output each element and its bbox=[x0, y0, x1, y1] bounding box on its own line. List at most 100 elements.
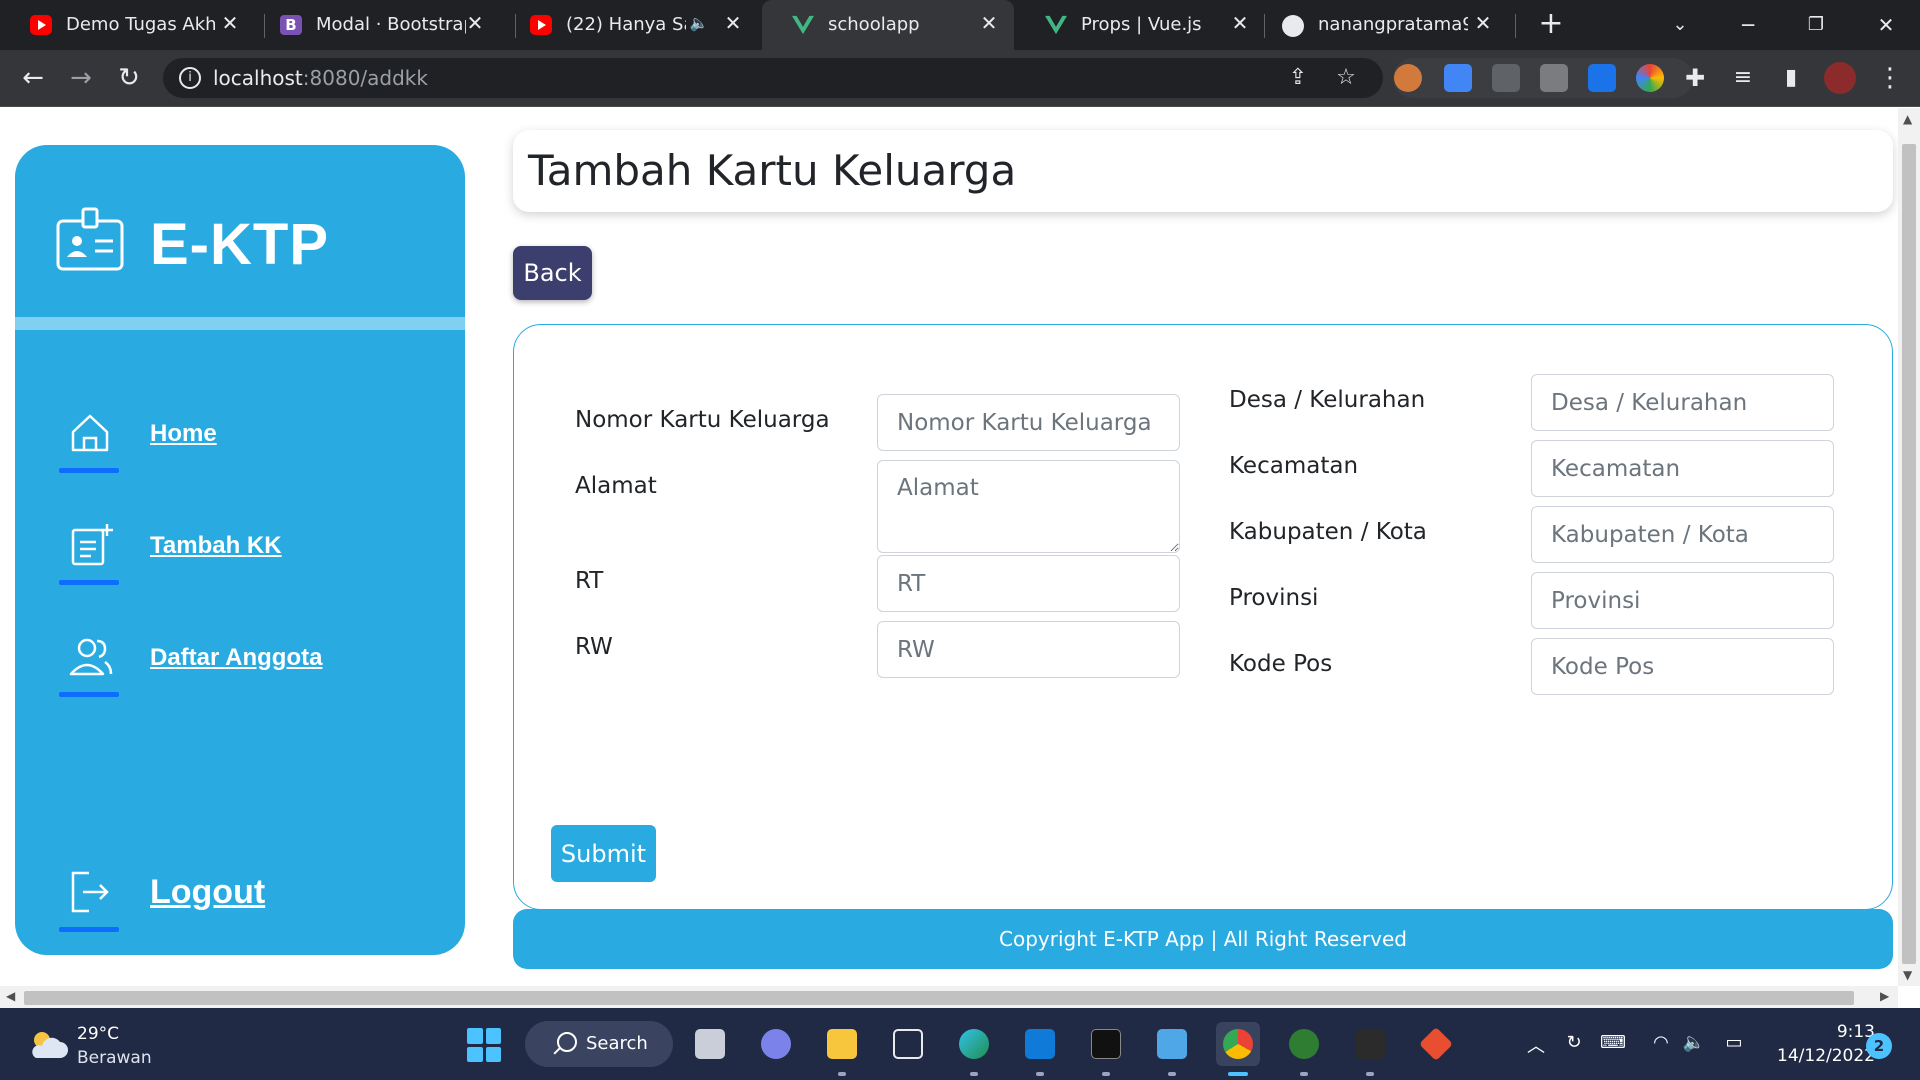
close-icon[interactable]: ✕ bbox=[722, 12, 744, 34]
close-icon[interactable]: ✕ bbox=[1229, 12, 1251, 34]
tab-search-icon[interactable]: ⌄ bbox=[1660, 8, 1700, 42]
terminal-icon[interactable] bbox=[1084, 1022, 1128, 1076]
bookmark-star-icon[interactable]: ☆ bbox=[1333, 65, 1359, 91]
forward-arrow-icon[interactable]: → bbox=[64, 62, 98, 96]
running-indicator bbox=[1228, 1072, 1248, 1076]
vscode-icon[interactable] bbox=[1018, 1022, 1062, 1076]
taskbar-search[interactable]: Search bbox=[525, 1021, 673, 1067]
alamat-textarea[interactable] bbox=[877, 460, 1180, 553]
side-panel-icon[interactable]: ▮ bbox=[1774, 62, 1808, 96]
share-icon[interactable]: ⇪ bbox=[1285, 65, 1311, 91]
powershell-icon[interactable] bbox=[1348, 1022, 1392, 1076]
nav-indicator bbox=[59, 927, 119, 932]
windows-start-icon[interactable] bbox=[467, 1028, 501, 1062]
scrollbar-thumb[interactable] bbox=[24, 991, 1854, 1005]
scroll-down-icon[interactable]: ▼ bbox=[1903, 968, 1912, 982]
desa-input[interactable] bbox=[1531, 374, 1834, 431]
browser-tab-active[interactable]: schoolapp ✕ bbox=[762, 0, 1014, 50]
label-kode-pos: Kode Pos bbox=[1229, 651, 1333, 677]
edge-browser-icon[interactable] bbox=[952, 1022, 996, 1076]
page-footer: Copyright E-KTP App | All Right Reserved bbox=[513, 909, 1893, 969]
horizontal-scrollbar[interactable]: ◀ ▶ bbox=[0, 986, 1898, 1008]
menu-kebab-icon[interactable]: ⋮ bbox=[1873, 62, 1907, 96]
browser-tab[interactable]: Demo Tugas Akhir ✕ bbox=[0, 0, 255, 50]
browser-toolbar: ← → ↻ i localhost:8080/addkk ⇪ ☆ ✚ ≡ ▮ ⋮ bbox=[0, 50, 1920, 107]
reader-extension-icon[interactable] bbox=[1492, 64, 1520, 92]
address-bar[interactable]: i localhost:8080/addkk ⇪ ☆ bbox=[163, 58, 1383, 98]
translate-extension-icon[interactable] bbox=[1444, 64, 1472, 92]
battery-icon[interactable]: ▭ bbox=[1721, 1032, 1747, 1056]
sidebar-item-daftar-anggota[interactable]: Daftar Anggota bbox=[45, 624, 425, 697]
nomor-kk-input[interactable] bbox=[877, 394, 1180, 451]
restore-icon[interactable]: ❐ bbox=[1796, 8, 1836, 42]
chrome-icon[interactable] bbox=[1216, 1022, 1260, 1076]
running-indicator bbox=[838, 1072, 846, 1076]
scrollbar-thumb[interactable] bbox=[1902, 144, 1916, 964]
cookie-extension-icon[interactable] bbox=[1394, 64, 1422, 92]
close-icon[interactable]: ✕ bbox=[219, 12, 241, 34]
task-view-icon[interactable] bbox=[688, 1022, 732, 1066]
vertical-scrollbar[interactable]: ▲ ▼ bbox=[1898, 108, 1920, 986]
nav-indicator bbox=[59, 468, 119, 473]
minimize-icon[interactable]: ─ bbox=[1728, 8, 1768, 42]
reload-icon[interactable]: ↻ bbox=[112, 62, 146, 96]
sidebar-item-label[interactable]: Daftar Anggota bbox=[150, 644, 322, 672]
browser-tab[interactable]: Props | Vue.js ✕ bbox=[1015, 0, 1265, 50]
profile-avatar[interactable] bbox=[1824, 62, 1856, 94]
keyboard-icon[interactable]: ⌨ bbox=[1600, 1032, 1626, 1056]
puzzle-extensions-icon[interactable]: ✚ bbox=[1678, 62, 1712, 96]
rw-input[interactable] bbox=[877, 621, 1180, 678]
clock-date[interactable]: 14/12/2022 bbox=[1765, 1046, 1875, 1066]
file-explorer-icon[interactable] bbox=[820, 1022, 864, 1076]
provinsi-input[interactable] bbox=[1531, 572, 1834, 629]
notepad-icon[interactable] bbox=[1150, 1022, 1194, 1076]
color-picker-extension-icon[interactable] bbox=[1636, 64, 1664, 92]
volume-icon[interactable]: 🔈 bbox=[1681, 1032, 1707, 1056]
back-arrow-icon[interactable]: ← bbox=[16, 62, 50, 96]
close-icon[interactable]: ✕ bbox=[464, 12, 486, 34]
search-icon bbox=[557, 1032, 577, 1052]
url-path: :8080/addkk bbox=[302, 66, 428, 90]
heidisql-icon[interactable] bbox=[1282, 1022, 1326, 1076]
cursor-extension-icon[interactable] bbox=[1540, 64, 1568, 92]
sidebar-item-home[interactable]: Home bbox=[45, 400, 425, 473]
nav-indicator bbox=[59, 692, 119, 697]
logout-label[interactable]: Logout bbox=[150, 873, 265, 912]
git-app-icon[interactable] bbox=[1414, 1022, 1458, 1066]
rt-input[interactable] bbox=[877, 555, 1180, 612]
tab-title: Props | Vue.js bbox=[1081, 14, 1202, 35]
kode-pos-input[interactable] bbox=[1531, 638, 1834, 695]
back-button[interactable]: Back bbox=[513, 246, 592, 300]
browser-tab[interactable]: B Modal · Bootstrap v ✕ bbox=[250, 0, 500, 50]
show-hidden-icons[interactable]: ︿ bbox=[1523, 1032, 1549, 1057]
close-icon[interactable]: ✕ bbox=[1472, 12, 1494, 34]
running-indicator bbox=[1300, 1072, 1308, 1076]
sidebar-item-label[interactable]: Home bbox=[150, 420, 217, 448]
reading-list-icon[interactable]: ≡ bbox=[1726, 62, 1760, 96]
new-tab-button[interactable]: + bbox=[1536, 9, 1566, 40]
submit-button[interactable]: Submit bbox=[551, 825, 656, 882]
cloud-weather-icon[interactable] bbox=[28, 1028, 68, 1060]
running-indicator bbox=[1366, 1072, 1374, 1076]
font-extension-icon[interactable] bbox=[1588, 64, 1616, 92]
cube-app-icon[interactable] bbox=[886, 1022, 930, 1066]
kabupaten-input[interactable] bbox=[1531, 506, 1834, 563]
teams-chat-icon[interactable] bbox=[754, 1022, 798, 1066]
scroll-left-icon[interactable]: ◀ bbox=[6, 989, 15, 1003]
close-window-icon[interactable]: ✕ bbox=[1866, 8, 1906, 42]
sidebar-item-logout[interactable]: Logout bbox=[45, 859, 425, 932]
notification-badge[interactable]: 2 bbox=[1866, 1033, 1892, 1059]
kecamatan-input[interactable] bbox=[1531, 440, 1834, 497]
close-icon[interactable]: ✕ bbox=[978, 12, 1000, 34]
site-info-icon[interactable]: i bbox=[179, 67, 201, 89]
browser-tab[interactable]: (22) Hanya Satu 🔈 ✕ bbox=[500, 0, 758, 50]
sidebar-item-tambah-kk[interactable]: Tambah KK bbox=[45, 512, 425, 585]
wifi-icon[interactable]: ◠ bbox=[1648, 1032, 1674, 1056]
speaker-icon[interactable]: 🔈 bbox=[688, 12, 710, 34]
browser-tab[interactable]: nanangpratama99/ ✕ bbox=[1252, 0, 1508, 50]
sidebar-item-label[interactable]: Tambah KK bbox=[150, 532, 282, 560]
scroll-right-icon[interactable]: ▶ bbox=[1880, 989, 1889, 1003]
sync-icon[interactable]: ↻ bbox=[1561, 1032, 1587, 1056]
scroll-up-icon[interactable]: ▲ bbox=[1903, 112, 1912, 126]
url-text: localhost:8080/addkk bbox=[213, 66, 428, 90]
